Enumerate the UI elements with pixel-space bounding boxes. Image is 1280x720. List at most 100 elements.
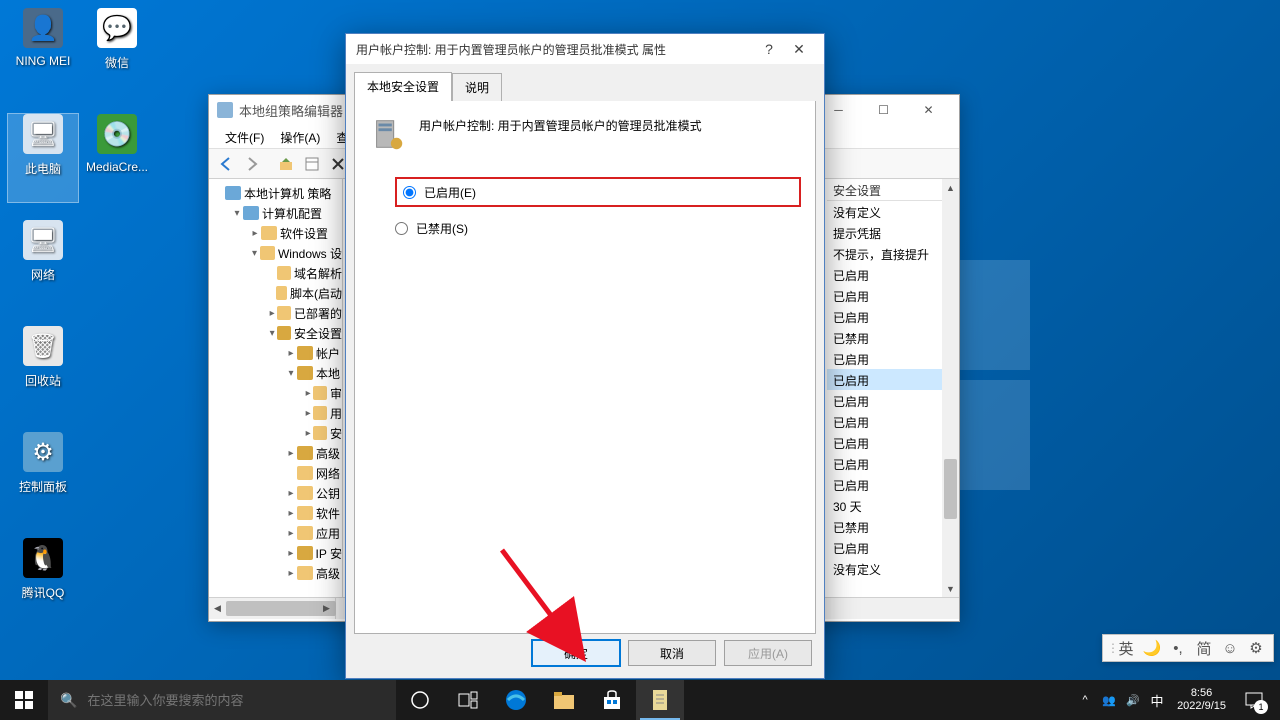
- apply-button[interactable]: 应用(A): [724, 640, 812, 666]
- tray-volume-icon[interactable]: 🔊: [1121, 694, 1145, 707]
- help-button[interactable]: ?: [754, 41, 784, 57]
- radio-disabled-input[interactable]: [395, 222, 408, 235]
- tree-node[interactable]: ▾Windows 设: [209, 243, 342, 263]
- horizontal-scrollbar[interactable]: ◀ ▶: [209, 598, 335, 619]
- tree-node[interactable]: 域名解析: [209, 263, 342, 283]
- uac-tab-pane: 用户帐户控制: 用于内置管理员帐户的管理员批准模式 已启用(E) 已禁用(S): [354, 101, 816, 634]
- tray-clock[interactable]: 8:56 2022/9/15: [1177, 687, 1226, 713]
- tree-node[interactable]: ▾安全设置: [209, 323, 342, 343]
- tree-node[interactable]: ▸已部署的: [209, 303, 342, 323]
- forward-button[interactable]: [241, 153, 263, 175]
- tree-node[interactable]: ▸高级: [209, 563, 342, 583]
- ok-button[interactable]: 确定: [532, 640, 620, 666]
- list-row[interactable]: 已启用: [827, 453, 942, 474]
- close-button[interactable]: ✕: [906, 96, 951, 125]
- tree-node[interactable]: 网络: [209, 463, 342, 483]
- list-row[interactable]: 已启用: [827, 264, 942, 285]
- desktop-icon[interactable]: 🐧腾讯QQ: [8, 538, 78, 626]
- taskbar-search[interactable]: 🔍: [48, 680, 396, 720]
- list-row[interactable]: 已启用: [827, 369, 942, 390]
- list-row[interactable]: 不提示，直接提升: [827, 243, 942, 264]
- close-button[interactable]: ✕: [784, 41, 814, 58]
- list-row[interactable]: 已启用: [827, 474, 942, 495]
- list-row[interactable]: 已启用: [827, 432, 942, 453]
- list-row[interactable]: 没有定义: [827, 558, 942, 579]
- desktop-icon[interactable]: 🖥此电脑: [8, 114, 78, 202]
- tree-node[interactable]: ▾本地: [209, 363, 342, 383]
- desktop-icon[interactable]: ⚙控制面板: [8, 432, 78, 520]
- menu-item[interactable]: 文件(F): [217, 125, 272, 148]
- tree-node[interactable]: ▾计算机配置: [209, 203, 342, 223]
- back-button[interactable]: [215, 153, 237, 175]
- ime-item[interactable]: ⚙: [1243, 636, 1269, 660]
- tray-notifications[interactable]: 1: [1234, 680, 1274, 720]
- desktop-icon[interactable]: 💬微信: [82, 8, 152, 96]
- tree-node[interactable]: 本地计算机 策略: [209, 183, 342, 203]
- ime-item[interactable]: 英: [1113, 636, 1139, 660]
- list-row[interactable]: 已禁用: [827, 516, 942, 537]
- tray-chevron-icon[interactable]: ^: [1073, 694, 1097, 706]
- desktop-icon[interactable]: 🗑回收站: [8, 326, 78, 414]
- uac-titlebar[interactable]: 用户帐户控制: 用于内置管理员帐户的管理员批准模式 属性 ? ✕: [346, 34, 824, 64]
- tree-node[interactable]: ▸帐户: [209, 343, 342, 363]
- tree-node[interactable]: ▸审: [209, 383, 342, 403]
- list-row[interactable]: 已启用: [827, 285, 942, 306]
- desktop-icon[interactable]: 💿MediaCre...: [82, 114, 152, 202]
- desktop-icon[interactable]: 👤NING MEI: [8, 8, 78, 96]
- tab-local-security[interactable]: 本地安全设置: [354, 72, 452, 101]
- start-button[interactable]: [0, 680, 48, 720]
- list-row[interactable]: 已启用: [827, 411, 942, 432]
- gp-app-icon: [217, 102, 233, 118]
- up-button[interactable]: [275, 153, 297, 175]
- tray-ime-lang[interactable]: 中: [1145, 691, 1169, 710]
- cancel-button[interactable]: 取消: [628, 640, 716, 666]
- ime-item[interactable]: •,: [1165, 636, 1191, 660]
- tree-node[interactable]: ▸安: [209, 423, 342, 443]
- tree-node[interactable]: ▸IP 安: [209, 543, 342, 563]
- gp-list-column[interactable]: 安全设置没有定义提示凭据不提示，直接提升已启用已启用已启用已禁用已启用已启用已启…: [827, 179, 942, 597]
- list-row[interactable]: 提示凭据: [827, 222, 942, 243]
- maximize-button[interactable]: ☐: [861, 96, 906, 125]
- scroll-up-arrow[interactable]: ▲: [942, 179, 959, 196]
- tree-node[interactable]: ▸软件设置: [209, 223, 342, 243]
- tree-node[interactable]: ▸公钥: [209, 483, 342, 503]
- radio-disabled[interactable]: 已禁用(S): [395, 213, 801, 243]
- tree-node[interactable]: ▸应用: [209, 523, 342, 543]
- desktop-icons-col1: 👤NING MEI 🖥此电脑 🖥网络 🗑回收站 ⚙控制面板 🐧腾讯QQ: [8, 8, 78, 644]
- list-row[interactable]: 已启用: [827, 537, 942, 558]
- taskview-button[interactable]: [444, 680, 492, 720]
- scroll-down-arrow[interactable]: ▼: [942, 580, 959, 597]
- vertical-scrollbar[interactable]: ▲ ▼: [942, 179, 959, 597]
- list-row[interactable]: 30 天: [827, 495, 942, 516]
- scroll-thumb[interactable]: [944, 459, 957, 519]
- tray-people-icon[interactable]: 👥: [1097, 694, 1121, 707]
- properties-button[interactable]: [301, 153, 323, 175]
- list-row[interactable]: 已启用: [827, 348, 942, 369]
- gp-tree[interactable]: 本地计算机 策略▾计算机配置▸软件设置▾Windows 设域名解析脚本(启动▸已…: [209, 179, 343, 597]
- cortana-button[interactable]: [396, 680, 444, 720]
- radio-enabled-input[interactable]: [403, 186, 416, 199]
- radio-enabled[interactable]: 已启用(E): [395, 177, 801, 207]
- taskbar-explorer[interactable]: [540, 680, 588, 720]
- tab-description[interactable]: 说明: [452, 73, 502, 102]
- ime-item[interactable]: ☺: [1217, 636, 1243, 660]
- menu-item[interactable]: 操作(A): [272, 125, 328, 148]
- taskbar-store[interactable]: [588, 680, 636, 720]
- tree-node[interactable]: 脚本(启动: [209, 283, 342, 303]
- list-row[interactable]: 已启用: [827, 306, 942, 327]
- search-input[interactable]: [87, 693, 384, 708]
- list-header[interactable]: 安全设置: [827, 179, 942, 201]
- ime-toolbar[interactable]: ⋮英🌙•,简☺⚙: [1102, 634, 1274, 662]
- taskbar-gp-editor[interactable]: [636, 680, 684, 720]
- tree-node[interactable]: ▸高级: [209, 443, 342, 463]
- tree-node[interactable]: ▸用: [209, 403, 342, 423]
- list-row[interactable]: 没有定义: [827, 201, 942, 222]
- tree-node[interactable]: ▸软件: [209, 503, 342, 523]
- server-icon: [369, 115, 407, 153]
- ime-item[interactable]: 简: [1191, 636, 1217, 660]
- list-row[interactable]: 已禁用: [827, 327, 942, 348]
- list-row[interactable]: 已启用: [827, 390, 942, 411]
- ime-item[interactable]: 🌙: [1139, 636, 1165, 660]
- taskbar-edge[interactable]: [492, 680, 540, 720]
- desktop-icon[interactable]: 🖥网络: [8, 220, 78, 308]
